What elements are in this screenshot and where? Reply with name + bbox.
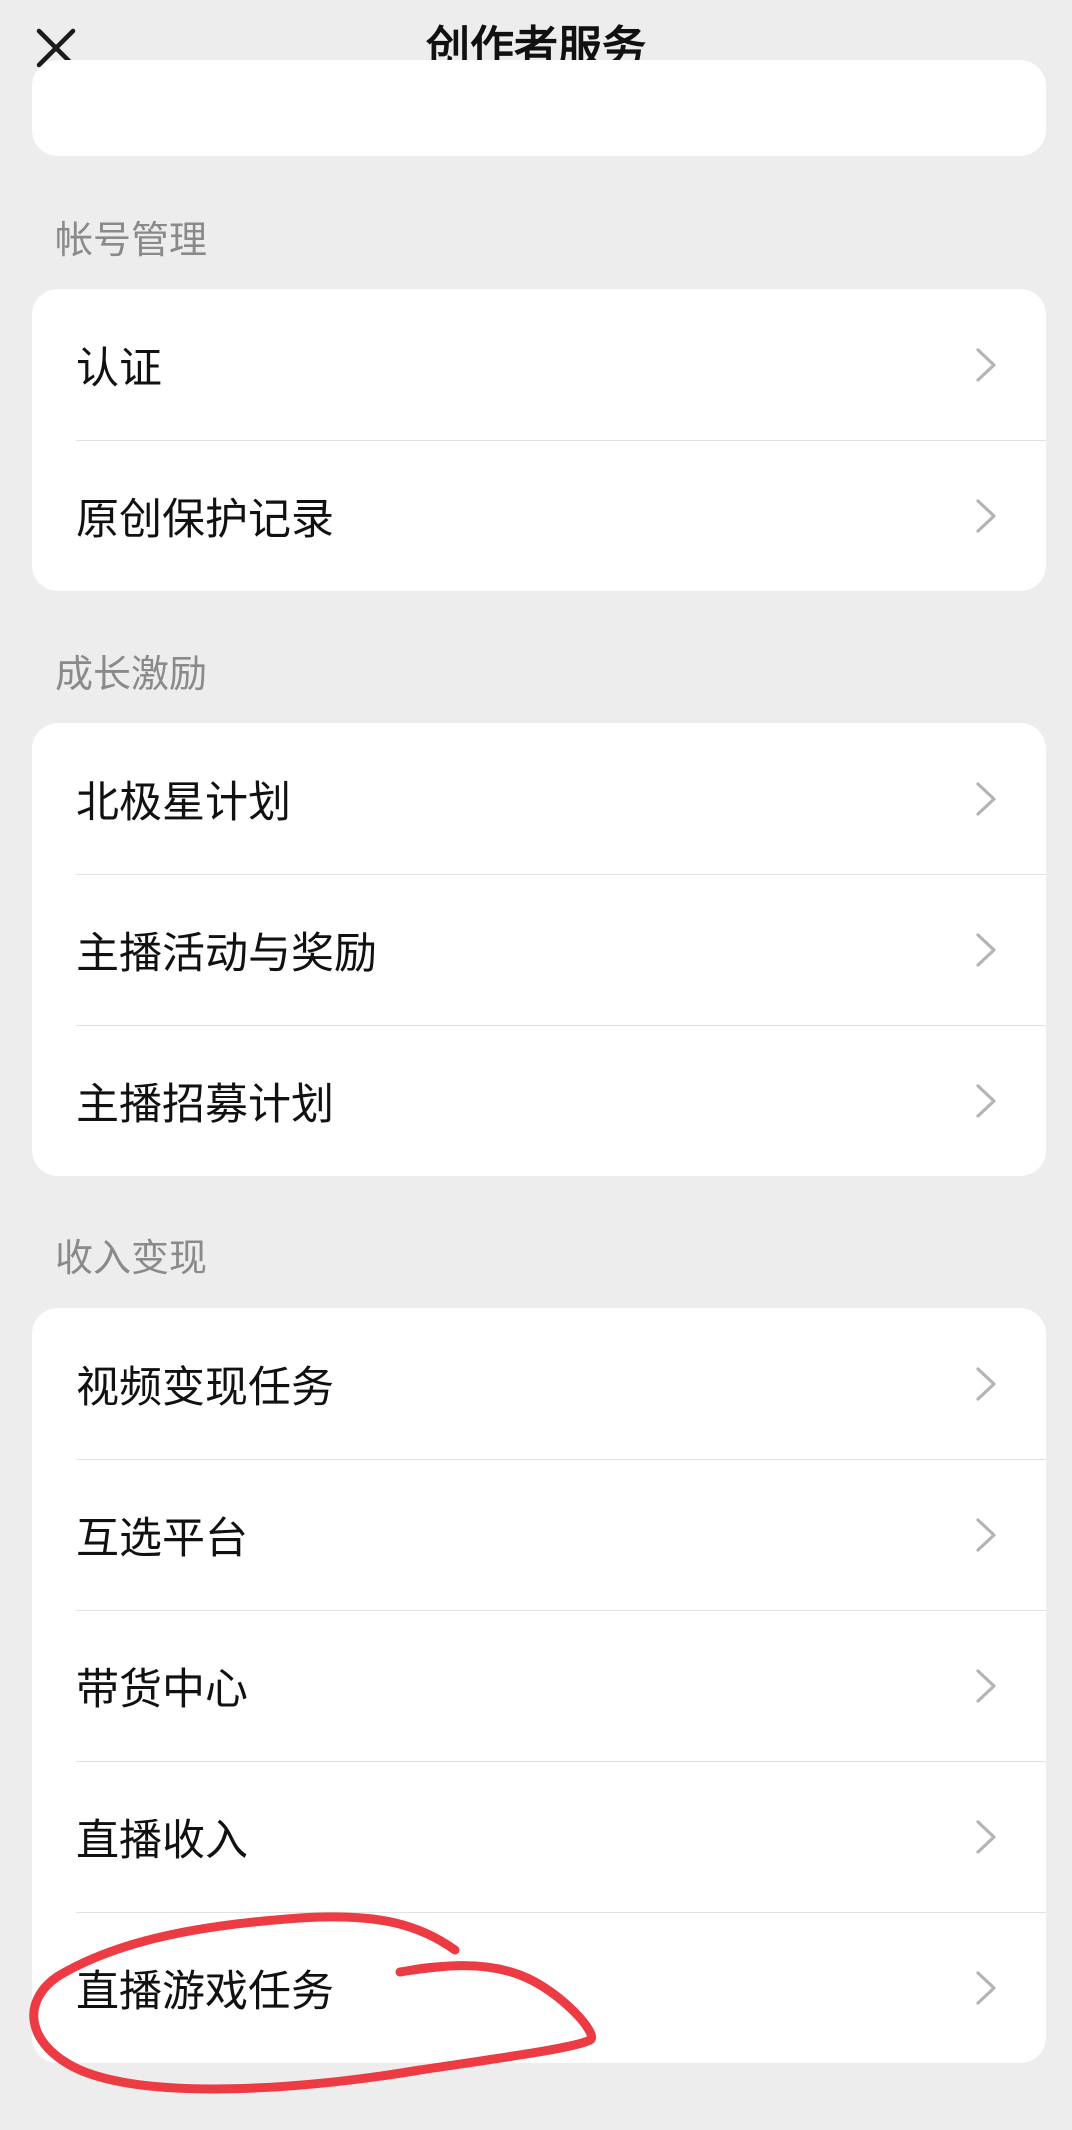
menu-item-label: 直播收入 [76, 1815, 248, 1866]
menu-item-video-monetization[interactable]: 视频变现任务 [32, 1308, 1046, 1459]
chevron-right-icon [972, 496, 1000, 536]
menu-item-mutual-selection[interactable]: 互选平台 [32, 1459, 1046, 1610]
chevron-right-icon [972, 1515, 1000, 1555]
menu-item-label: 北极星计划 [76, 777, 291, 828]
menu-item-label: 互选平台 [76, 1513, 248, 1564]
previous-section-card [32, 60, 1046, 156]
menu-item-polaris-plan[interactable]: 北极星计划 [32, 723, 1046, 874]
chevron-right-icon [972, 1081, 1000, 1121]
chevron-right-icon [972, 1817, 1000, 1857]
menu-item-label: 认证 [76, 343, 162, 394]
menu-item-label: 直播游戏任务 [76, 1966, 334, 2017]
chevron-right-icon [972, 1968, 1000, 2008]
menu-item-live-game-tasks[interactable]: 直播游戏任务 [32, 1912, 1046, 2063]
section-card-growth: 北极星计划 主播活动与奖励 主播招募计划 [32, 723, 1046, 1176]
menu-item-live-income[interactable]: 直播收入 [32, 1761, 1046, 1912]
menu-item-label: 主播活动与奖励 [76, 928, 377, 979]
menu-item-label: 视频变现任务 [76, 1362, 334, 1413]
section-card-monetization: 视频变现任务 互选平台 带货中心 直播收入 直播游戏任务 [32, 1308, 1046, 2063]
chevron-right-icon [972, 1364, 1000, 1404]
menu-item-streamer-recruitment[interactable]: 主播招募计划 [32, 1025, 1046, 1176]
section-label-monetization: 收入变现 [55, 1236, 208, 1280]
section-label-growth: 成长激励 [55, 652, 208, 696]
menu-item-original-protection[interactable]: 原创保护记录 [32, 440, 1046, 591]
section-label-account: 帐号管理 [55, 218, 208, 262]
menu-item-label: 带货中心 [76, 1664, 248, 1715]
chevron-right-icon [972, 779, 1000, 819]
menu-item-streamer-events[interactable]: 主播活动与奖励 [32, 874, 1046, 1025]
menu-item-sales-center[interactable]: 带货中心 [32, 1610, 1046, 1761]
chevron-right-icon [972, 345, 1000, 385]
menu-item-verification[interactable]: 认证 [32, 289, 1046, 440]
menu-item-label: 原创保护记录 [76, 494, 334, 545]
menu-item-label: 主播招募计划 [76, 1079, 334, 1130]
chevron-right-icon [972, 930, 1000, 970]
chevron-right-icon [972, 1666, 1000, 1706]
section-card-account: 认证 原创保护记录 [32, 289, 1046, 591]
